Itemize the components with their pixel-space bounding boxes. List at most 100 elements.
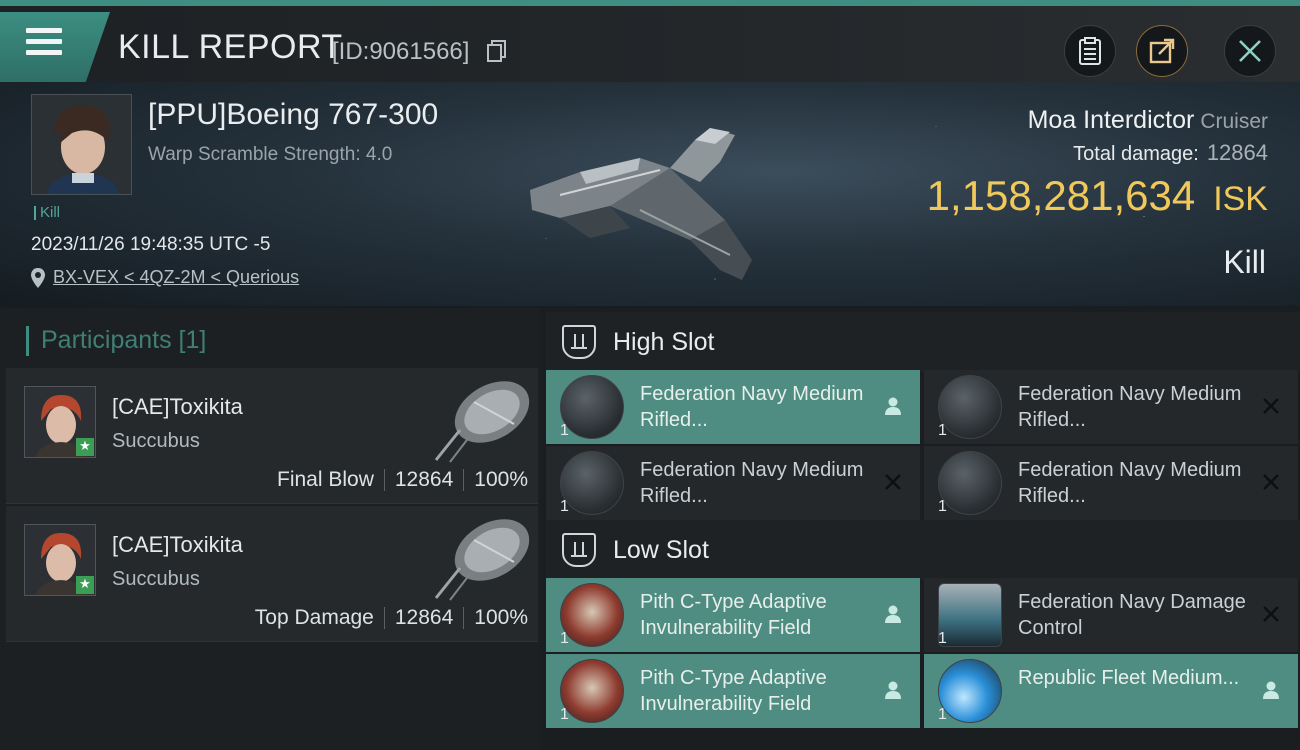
participant-percent: 100% (474, 468, 528, 491)
copy-icon[interactable] (487, 40, 507, 62)
star-icon: ★ (76, 576, 94, 594)
high-slot-icon (562, 325, 596, 359)
module-name: Federation Navy Medium Rifled... (640, 383, 864, 431)
participant-name: [CAE]Toxikita (112, 532, 243, 557)
module-name: Federation Navy Medium Rifled... (1018, 459, 1242, 507)
module-quantity: 1 (560, 498, 569, 515)
damage-control-icon (938, 583, 1002, 647)
share-button[interactable] (1136, 25, 1188, 77)
module-quantity: 1 (560, 630, 569, 647)
module-high-3[interactable]: 1 Federation Navy Medium Rifled... (546, 446, 920, 520)
page-title: KILL REPORT (118, 28, 343, 66)
participant-stats: Final Blow 12864 100% (277, 468, 528, 492)
turret-icon (938, 375, 1002, 439)
divider (463, 607, 465, 630)
participant-role: Top Damage (254, 606, 374, 629)
ship-class: Cruiser (1200, 110, 1268, 133)
shield-module-icon (560, 583, 624, 647)
participants-panel: Participants [1] ★ [CAE]Toxikita Succubu… (0, 308, 540, 750)
participant-ship-image (434, 381, 530, 463)
module-quantity: 1 (938, 706, 947, 723)
turret-icon (560, 451, 624, 515)
shield-module-icon (560, 659, 624, 723)
destroyed-x-icon (1260, 603, 1282, 625)
module-quantity: 1 (560, 706, 569, 723)
pilot-icon (882, 395, 904, 417)
victim-summary: [PPU]Boeing 767-300 Warp Scramble Streng… (0, 82, 1300, 306)
module-quantity: 1 (938, 498, 947, 515)
destroyed-x-icon (882, 471, 904, 493)
divider (383, 469, 385, 492)
victim-name: [PPU]Boeing 767-300 (148, 98, 439, 131)
low-slot-icon (562, 533, 596, 567)
location-link[interactable]: BX-VEX < 4QZ-2M < Querious (53, 267, 299, 288)
turret-icon (560, 375, 624, 439)
low-slot-label: Low Slot (613, 535, 709, 564)
module-name: Pith C-Type Adaptive Invulnerability Fie… (640, 591, 827, 639)
participant-damage: 12864 (394, 606, 454, 629)
high-slot-header: High Slot (546, 312, 1300, 372)
kill-tag: Kill (34, 205, 60, 220)
destroyed-x-icon (1260, 471, 1282, 493)
module-high-1[interactable]: 1 Federation Navy Medium Rifled... (546, 370, 920, 444)
total-damage-label: Total damage: (1073, 143, 1199, 165)
warp-scramble-strength: Warp Scramble Strength: 4.0 (148, 144, 393, 165)
kill-report-screen: KILL REPORT [ID:9061566] [PPU]Boeing 767… (0, 0, 1300, 750)
participant-card[interactable]: ★ [CAE]Toxikita Succubus Final Blow 12864… (6, 368, 538, 504)
module-name: Federation Navy Damage Control (1018, 591, 1246, 639)
module-quantity: 1 (938, 422, 947, 439)
participant-ship-image (434, 519, 530, 601)
module-high-4[interactable]: 1 Federation Navy Medium Rifled... (924, 446, 1298, 520)
fitting-panel: High Slot 1 Federation Navy Medium Rifle… (540, 308, 1300, 750)
close-button[interactable] (1224, 25, 1276, 77)
menu-button[interactable] (0, 12, 110, 82)
gyrostabilizer-icon (938, 659, 1002, 723)
low-slot-header: Low Slot (546, 520, 1300, 580)
ship-type-row: Moa Interdictor Cruiser (1028, 106, 1268, 135)
module-quantity: 1 (938, 630, 947, 647)
module-high-2[interactable]: 1 Federation Navy Medium Rifled... (924, 370, 1298, 444)
participant-role: Final Blow (277, 468, 374, 491)
participant-avatar: ★ (24, 386, 96, 458)
top-bar: KILL REPORT [ID:9061566] (0, 0, 1300, 82)
divider (383, 607, 385, 630)
high-slot-label: High Slot (613, 327, 715, 356)
module-low-2[interactable]: 1 Federation Navy Damage Control (924, 578, 1298, 652)
module-name: Federation Navy Medium Rifled... (640, 459, 864, 507)
turret-icon (938, 451, 1002, 515)
module-name: Pith C-Type Adaptive Invulnerability Fie… (640, 667, 827, 715)
kill-id: [ID:9061566] (332, 38, 470, 65)
share-icon (1149, 38, 1175, 64)
total-damage-row: Total damage: 12864 (1073, 140, 1268, 166)
pilot-icon (882, 679, 904, 701)
participant-avatar: ★ (24, 524, 96, 596)
total-damage-value: 12864 (1206, 140, 1268, 165)
report-button[interactable] (1064, 25, 1116, 77)
participant-damage: 12864 (394, 468, 454, 491)
ship-name: Moa Interdictor (1027, 106, 1195, 134)
module-low-4[interactable]: 1 Republic Fleet Medium... (924, 654, 1298, 728)
isk-value: 1,158,281,634 (926, 172, 1196, 219)
victim-ship-image (530, 128, 752, 280)
module-quantity: 1 (560, 422, 569, 439)
clipboard-icon (1079, 37, 1101, 65)
pilot-icon (882, 603, 904, 625)
module-low-3[interactable]: 1 Pith C-Type Adaptive Invulnerability F… (546, 654, 920, 728)
victim-portrait[interactable] (31, 94, 132, 195)
destroyed-x-icon (1260, 395, 1282, 417)
participant-percent: 100% (474, 606, 528, 629)
pilot-portrait-image (32, 95, 131, 194)
isk-value-row: 1,158,281,634 ISK (927, 172, 1268, 220)
participant-card[interactable]: ★ [CAE]Toxikita Succubus Top Damage 12864… (6, 506, 538, 642)
location-pin-icon (31, 267, 45, 288)
participant-ship: Succubus (112, 430, 200, 452)
location-row: BX-VEX < 4QZ-2M < Querious (31, 267, 299, 288)
participant-stats: Top Damage 12864 100% (255, 606, 528, 630)
hamburger-icon (26, 28, 62, 58)
kill-type-label: Kill (1223, 244, 1266, 280)
close-icon (1239, 40, 1261, 62)
module-low-1[interactable]: 1 Pith C-Type Adaptive Invulnerability F… (546, 578, 920, 652)
divider (463, 469, 465, 492)
module-name: Republic Fleet Medium... (1018, 667, 1240, 689)
module-name: Federation Navy Medium Rifled... (1018, 383, 1242, 431)
